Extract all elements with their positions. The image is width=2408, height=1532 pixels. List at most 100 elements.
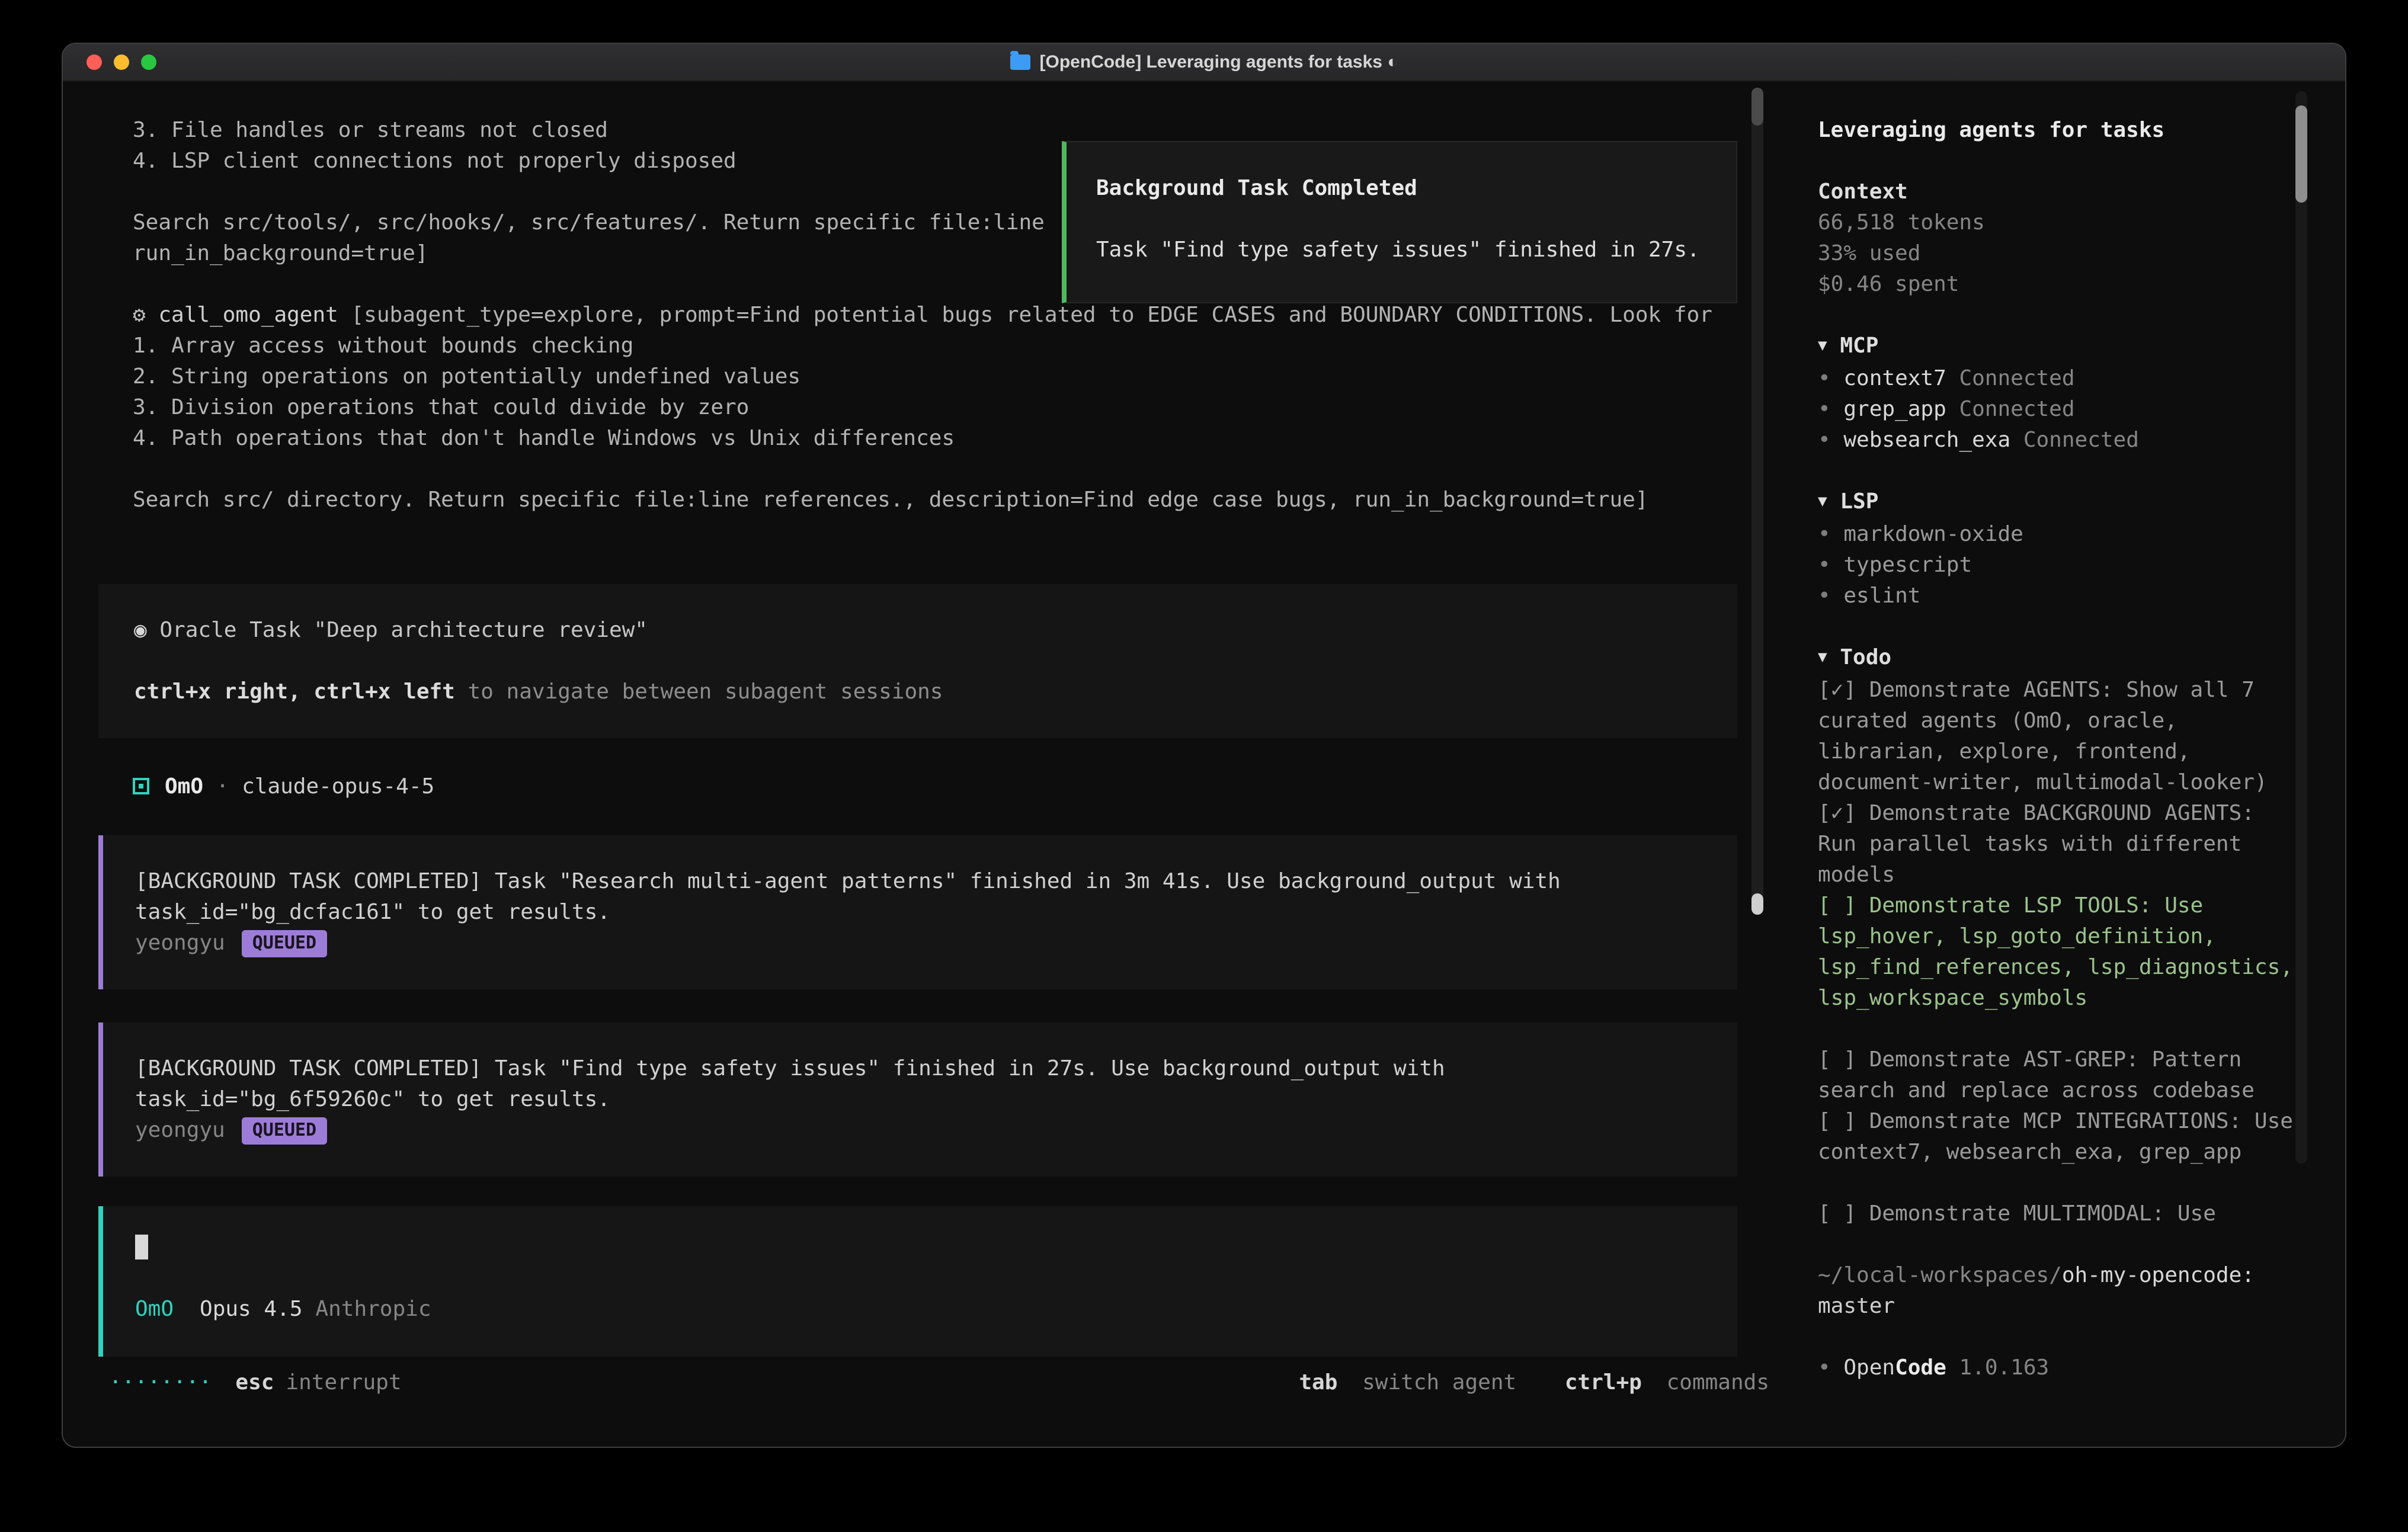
mcp-item: • websearch_exa Connected [1818,425,2298,456]
agent-name: OmO [165,774,203,799]
todo-item: [✓] Demonstrate BACKGROUND AGENTS: Run p… [1818,798,2298,890]
window-title: [OpenCode] Leveraging agents for tasks ◐ [63,52,2345,72]
workspace-path: ~/local-workspaces/oh-my-opencode: maste… [1818,1260,2298,1322]
message-line: [BACKGROUND TASK COMPLETED] Task "Find t… [135,1053,1706,1084]
mcp-item-status: Connected [2023,428,2139,452]
traffic-lights [87,55,156,70]
message-background-task-2: [BACKGROUND TASK COMPLETED] Task "Find t… [98,1023,1737,1177]
message-author: yeongyu [135,931,225,955]
todo-section-header[interactable]: ▼ Todo [1818,642,2298,675]
chevron-down-icon: ▼ [1818,648,1827,666]
folder-icon [1010,55,1030,70]
spinner-dots: ········ [109,1367,212,1398]
input-cursor-line[interactable] [135,1232,1706,1263]
queued-badge: QUEUED [242,930,327,957]
mcp-item-status: Connected [1959,366,2074,390]
mcp-item-name: context7 [1843,366,1946,390]
hint-keys: ctrl+x right, ctrl+x left [134,680,455,704]
context-tokens: 66,518 tokens [1818,207,2298,238]
close-button[interactable] [87,55,102,70]
todo-item: [ ] Demonstrate AST-GREP: Pattern search… [1818,1044,2298,1106]
main-scrollbar-thumb[interactable] [1751,893,1763,915]
message-line: [BACKGROUND TASK COMPLETED] Task "Resear… [135,866,1706,897]
mcp-section-header[interactable]: ▼ MCP [1818,331,2298,363]
message-meta: yeongyu QUEUED [135,1115,1706,1146]
agent-square-icon [133,778,149,794]
titlebar[interactable]: [OpenCode] Leveraging agents for tasks ◐ [63,44,2345,82]
opencode-version: 1.0.163 [1959,1355,2049,1380]
ctrlp-key-label: commands [1667,1370,1769,1395]
toast-body: Task "Find type safety issues" finished … [1096,235,1708,265]
minimize-button[interactable] [114,55,129,70]
bullet-icon: • [1818,1355,1831,1380]
queued-badge: QUEUED [242,1117,327,1145]
tool-call-line: ⚙ call_omo_agent [subagent_type=explore,… [98,300,1737,331]
main-scrollbar[interactable] [1751,88,1763,915]
message-line: task_id="bg_dcfac161" to get results. [135,897,1706,928]
tool-call-args: [subagent_type=explore, prompt=Find pote… [351,303,1712,327]
ctrlp-key-hint: ctrl+p [1565,1370,1642,1395]
agent-header: OmO · claude-opus-4-5 [98,771,1737,802]
todo-heading-label: Todo [1840,645,1891,669]
message-line: task_id="bg_6f59260c" to get results. [135,1084,1706,1115]
session-sidebar: Leveraging agents for tasks Context 66,5… [1795,82,2346,1448]
lsp-item-name: eslint [1843,584,1920,608]
statusbar: ········ esc interrupt tab switch agent … [98,1367,1769,1398]
esc-key-hint: esc [235,1367,274,1398]
chevron-down-icon: ▼ [1818,336,1827,354]
mcp-item-name: websearch_exa [1843,428,2010,452]
window-content: 3. File handles or streams not closed 4.… [63,82,2345,1448]
bullet-icon: • [1818,397,1831,421]
toast-title: Background Task Completed [1096,173,1708,204]
bullet-icon: • [1818,428,1831,452]
lsp-section-header[interactable]: ▼ LSP [1818,486,2298,519]
input-provider-name: Anthropic [315,1297,431,1321]
screen: [OpenCode] Leveraging agents for tasks ◐… [0,0,2408,1532]
bullet-icon: • [1818,584,1831,608]
todo-item: [ ] Demonstrate MCP INTEGRATIONS: Use co… [1818,1106,2298,1168]
sidebar-scrollbar[interactable] [2295,91,2307,1164]
todo-item: [ ] Demonstrate MULTIMODAL: Use [1818,1198,2298,1229]
workspace-path-prefix: ~/local-workspaces/ [1818,1263,2062,1287]
todo-item: [✓] Demonstrate AGENTS: Show all 7 curat… [1818,675,2298,798]
opencode-name-bold: Code [1895,1355,1946,1380]
lsp-item: • markdown-oxide [1818,519,2298,550]
input-model-name: Opus 4.5 [200,1297,302,1321]
scrollback-line: 1. Array access without bounds checking [98,331,1737,361]
tab-key-hint: tab [1299,1370,1337,1395]
lsp-item: • eslint [1818,581,2298,611]
context-used: 33% used [1818,238,2298,269]
window-title-text: [OpenCode] Leveraging agents for tasks ◐ [1040,52,1398,72]
oracle-icon: ◉ [134,618,147,642]
mcp-item: • grep_app Connected [1818,394,2298,425]
tool-call-name: call_omo_agent [158,303,338,327]
oracle-task-title-line: ◉ Oracle Task "Deep architecture review" [134,615,1706,646]
lsp-item-name: markdown-oxide [1843,522,2023,546]
scrollback-line: Search src/ directory. Return specific f… [98,485,1737,515]
agent-separator: · [216,774,229,799]
mcp-item: • context7 Connected [1818,363,2298,394]
prompt-input[interactable]: OmOOpus 4.5Anthropic [98,1206,1737,1357]
main-scrollbar-top-segment[interactable] [1751,88,1763,126]
subagent-nav-hint: ctrl+x right, ctrl+x left to navigate be… [134,677,1706,707]
lsp-item-name: typescript [1843,553,1972,577]
scrollback-line: 2. String operations on potentially unde… [98,361,1737,392]
text-cursor [135,1235,148,1259]
sidebar-scrollbar-thumb[interactable] [2295,105,2307,203]
message-author: yeongyu [135,1118,225,1142]
todo-item-active: [ ] Demonstrate LSP TOOLS: Use lsp_hover… [1818,890,2298,1014]
bullet-icon: • [1818,553,1831,577]
oracle-task-panel: ◉ Oracle Task "Deep architecture review"… [98,584,1737,738]
opencode-version-line: • OpenCode 1.0.163 [1818,1352,2298,1383]
chevron-down-icon: ▼ [1818,492,1827,510]
context-heading: Context [1818,177,2298,207]
terminal-main: 3. File handles or streams not closed 4.… [98,82,1737,1398]
zoom-button[interactable] [141,55,156,70]
tab-key-label: switch agent [1362,1370,1516,1395]
statusbar-right: tab switch agent ctrl+p commands [1299,1367,1769,1398]
bullet-icon: • [1818,366,1831,390]
scrollback-line: 4. Path operations that don't handle Win… [98,423,1737,454]
lsp-heading-label: LSP [1840,489,1878,514]
message-background-task-1: [BACKGROUND TASK COMPLETED] Task "Resear… [98,835,1737,989]
lsp-item: • typescript [1818,550,2298,581]
